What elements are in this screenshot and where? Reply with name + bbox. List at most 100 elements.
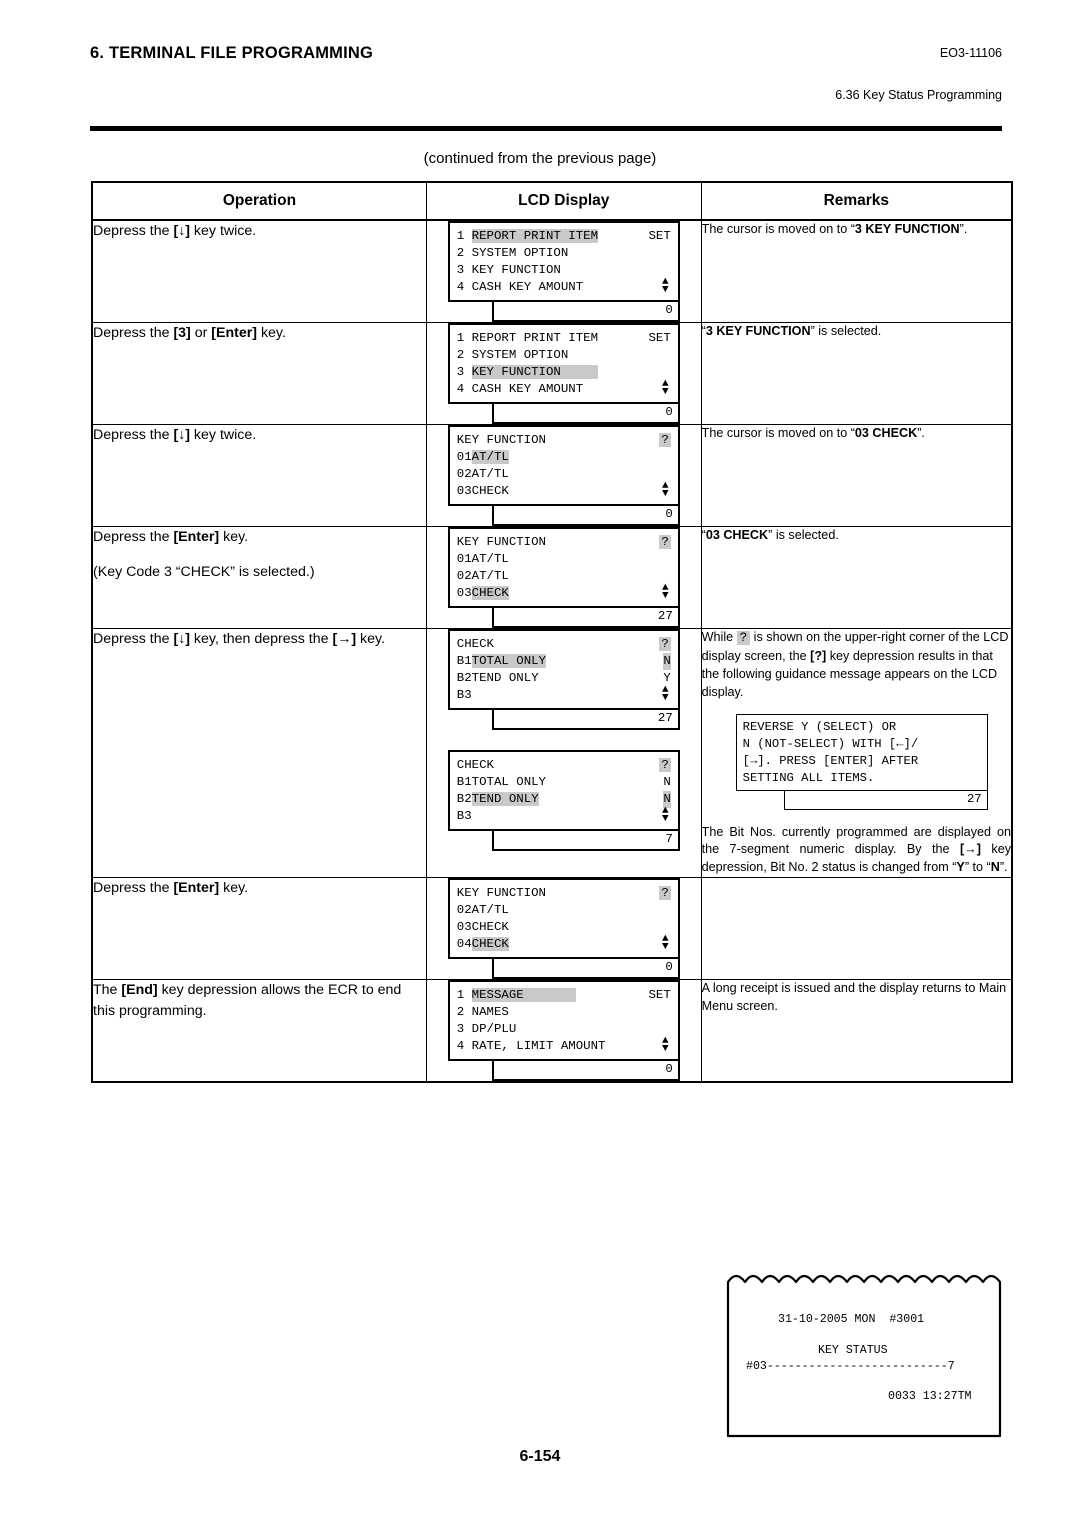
key-name: [↓]: [173, 631, 190, 647]
lcd-line: 3 DP/PLU: [457, 1021, 671, 1038]
lcd-line-value: SET: [648, 988, 671, 1003]
operation-cell: Depress the [3] or [Enter] key.: [91, 322, 427, 425]
operation-text: (Key Code 3 “CHECK” is selected.): [93, 563, 315, 580]
page-number: 6-154: [519, 1448, 561, 1465]
lcd-line-label: CHECK: [471, 586, 509, 600]
lcd-line-value: N: [663, 653, 671, 670]
numeric-display: 0: [491, 1061, 680, 1082]
remarks-cell: The cursor is moved on to “03 CHECK”.: [700, 424, 1013, 527]
lcd-line: KEY FUNCTION?: [457, 432, 671, 449]
lcd-line: CHECK?: [457, 757, 671, 774]
lcd-line: B3 ▲ ▼: [456, 805, 671, 825]
emphasis: 3 KEY FUNCTION: [854, 222, 960, 236]
lcd-line-prefix: 03: [456, 586, 472, 600]
lcd-line: 1 REPORT PRINT ITEM SET: [457, 330, 671, 347]
key-name: [End]: [121, 982, 158, 999]
guidance-line: SETTING ALL ITEMS.: [742, 770, 875, 785]
operation-cell: Depress the [Enter] key.: [91, 877, 427, 981]
lcd-line: B1TOTAL ONLY N: [457, 653, 671, 670]
operation-text: The [End] key depression allows the ECR …: [93, 982, 402, 1019]
operation-text: Depress the [3] or [Enter] key.: [93, 325, 286, 341]
lcd-line-prefix: 2: [456, 348, 472, 362]
lcd-line-label: DP/PLU: [471, 1022, 517, 1037]
column-header-remarks: Remarks: [700, 181, 1013, 221]
lcd-line-label: KEY FUNCTION: [456, 886, 546, 901]
lcd-line-prefix: 3: [456, 263, 472, 277]
column-header-operation: Operation: [91, 181, 427, 221]
lcd-screen: 1 MESSAGE SET 2 NAMES 3 DP/PLU 4 RATE, LIMI…: [447, 980, 680, 1062]
table-row: Depress the [Enter] key. KEY FUNCTION? 02A…: [91, 877, 1013, 981]
scroll-arrows-icon: ▲ ▼: [661, 1035, 669, 1056]
lcd-line: CHECK?: [457, 636, 671, 653]
lcd-cell: KEY FUNCTION? 01AT/TL 02AT/TL 03CHECK ▲ ▼ 0: [425, 424, 702, 527]
emphasis: Y: [956, 860, 965, 875]
lcd-line-label: CASH KEY AMOUNT: [471, 382, 584, 396]
lcd-line-prefix: B1: [456, 654, 472, 668]
section-title: 6.36 Key Status Programming: [835, 88, 1002, 102]
help-indicator-icon: ?: [659, 886, 671, 901]
help-indicator-icon: ?: [659, 535, 671, 549]
guidance-message-screen: REVERSE Y (SELECT) OR N (NOT-SELECT) WITH…: [735, 713, 988, 791]
lcd-screen: KEY FUNCTION? 01AT/TL 02 AT/TL 03CHECK ▲ ▼: [447, 425, 680, 506]
lcd-line: B3 ▲ ▼: [457, 685, 671, 704]
remarks-cell: A long receipt is issued and the display…: [700, 979, 1013, 1083]
lcd-line-label: TOTAL ONLY: [471, 775, 546, 789]
lcd-screen: KEY FUNCTION? 02AT/TL 03CHECK 04CHECK ▲ ▼: [447, 878, 680, 960]
lcd-line-prefix: 02: [456, 467, 472, 481]
guidance-numeric-display: 27: [783, 790, 988, 810]
receipt-sample: 31-10-2005 MON #3001 KEY STATUS #03-----…: [726, 1268, 1004, 1440]
lcd-line: KEY FUNCTION?: [457, 534, 671, 551]
lcd-display: 1 MESSAGE SET 2 NAMES 3 DP/PLU 4 RATE, LIMI…: [447, 980, 680, 1082]
lcd-display: 1 REPORT PRINT ITEM SET 2 SYSTEM OPTION 3 K…: [447, 323, 680, 424]
lcd-line-label: REPORT PRINT ITEM: [471, 331, 599, 345]
lcd-line-label: NAMES: [471, 1005, 509, 1020]
lcd-line-prefix: 3: [456, 365, 472, 379]
lcd-line: 01AT/TL: [457, 449, 671, 466]
lcd-line-prefix: 3: [456, 1022, 472, 1037]
lcd-line: 2 SYSTEM OPTION: [457, 245, 671, 262]
lcd-line-label: AT/TL: [471, 450, 509, 464]
lcd-line-prefix: 2: [456, 1005, 472, 1020]
help-indicator-icon: ?: [736, 631, 751, 645]
lcd-line-prefix: 03: [456, 484, 472, 498]
table-row: Depress the [Enter] key. (Key Code 3 “CHE…: [91, 526, 1013, 629]
lcd-line-prefix: 04: [456, 937, 472, 952]
lcd-line-label: RATE, LIMIT AMOUNT: [471, 1039, 606, 1054]
operation-cell: Depress the [↓] key twice.: [91, 424, 427, 527]
lcd-line-prefix: B3: [456, 809, 472, 823]
lcd-line-prefix: B1: [456, 775, 472, 789]
lcd-line-label: AT/TL: [471, 903, 509, 918]
remarks-text: While ? is shown on the upper-right corn…: [701, 630, 1009, 699]
lcd-line-label: KEY FUNCTION: [456, 433, 546, 447]
lcd-line: 01AT/TL: [457, 551, 671, 568]
lcd-display: CHECK? B1TOTAL ONLY N B2TEND ONLY Y B3 ▲ ▼ 27: [447, 629, 680, 730]
lcd-line: 4 CASH KEY AMOUNT ▲ ▼: [456, 276, 671, 296]
lcd-line-prefix: 4: [456, 280, 472, 294]
numeric-display: 27: [491, 710, 680, 730]
lcd-line: 2 NAMES: [457, 1004, 671, 1021]
receipt-date-line: 31-10-2005 MON #3001: [778, 1313, 925, 1326]
lcd-line: 03CHECK ▲ ▼: [456, 481, 671, 500]
key-name: [Enter]: [173, 880, 220, 897]
lcd-line: 3 KEY FUNCTION: [457, 364, 671, 381]
lcd-line-prefix: B2: [456, 792, 472, 806]
document-code: EO3-11106: [939, 46, 1002, 60]
scroll-arrows-icon: ▲ ▼: [661, 805, 669, 825]
lcd-screen: 1 REPORT PRINT ITEM SET 2 SYSTEM OPTION 3 K…: [447, 323, 680, 404]
operation-cell: Depress the [Enter] key. (Key Code 3 “CHE…: [91, 526, 427, 629]
lcd-display: KEY FUNCTION? 01AT/TL 02AT/TL 03CHECK ▲ ▼ 0: [447, 425, 680, 526]
operation-text: Depress the [Enter] key.: [93, 880, 249, 897]
remarks-cell: While ? is shown on the upper-right corn…: [700, 627, 1013, 879]
lcd-line: KEY FUNCTION?: [457, 885, 671, 902]
receipt-status-line: #03--------------------------7: [746, 1360, 955, 1373]
remarks-text: “03 CHECK” is selected.: [701, 528, 839, 542]
operation-text: Depress the [↓] key, then depress the [→…: [93, 631, 386, 647]
key-name: [Enter]: [173, 529, 220, 545]
lcd-line: 2 SYSTEM OPTION: [457, 347, 671, 364]
scroll-arrows-icon: ▲ ▼: [661, 276, 669, 296]
lcd-display: 1 REPORT PRINT ITEM SET 2 SYSTEM OPTION 3 K…: [447, 221, 680, 322]
lcd-line-label: SYSTEM OPTION: [471, 246, 569, 260]
lcd-line-value: SET: [648, 229, 671, 243]
lcd-line-label: CHECK: [471, 937, 509, 952]
lcd-line-prefix: 01: [456, 450, 472, 464]
